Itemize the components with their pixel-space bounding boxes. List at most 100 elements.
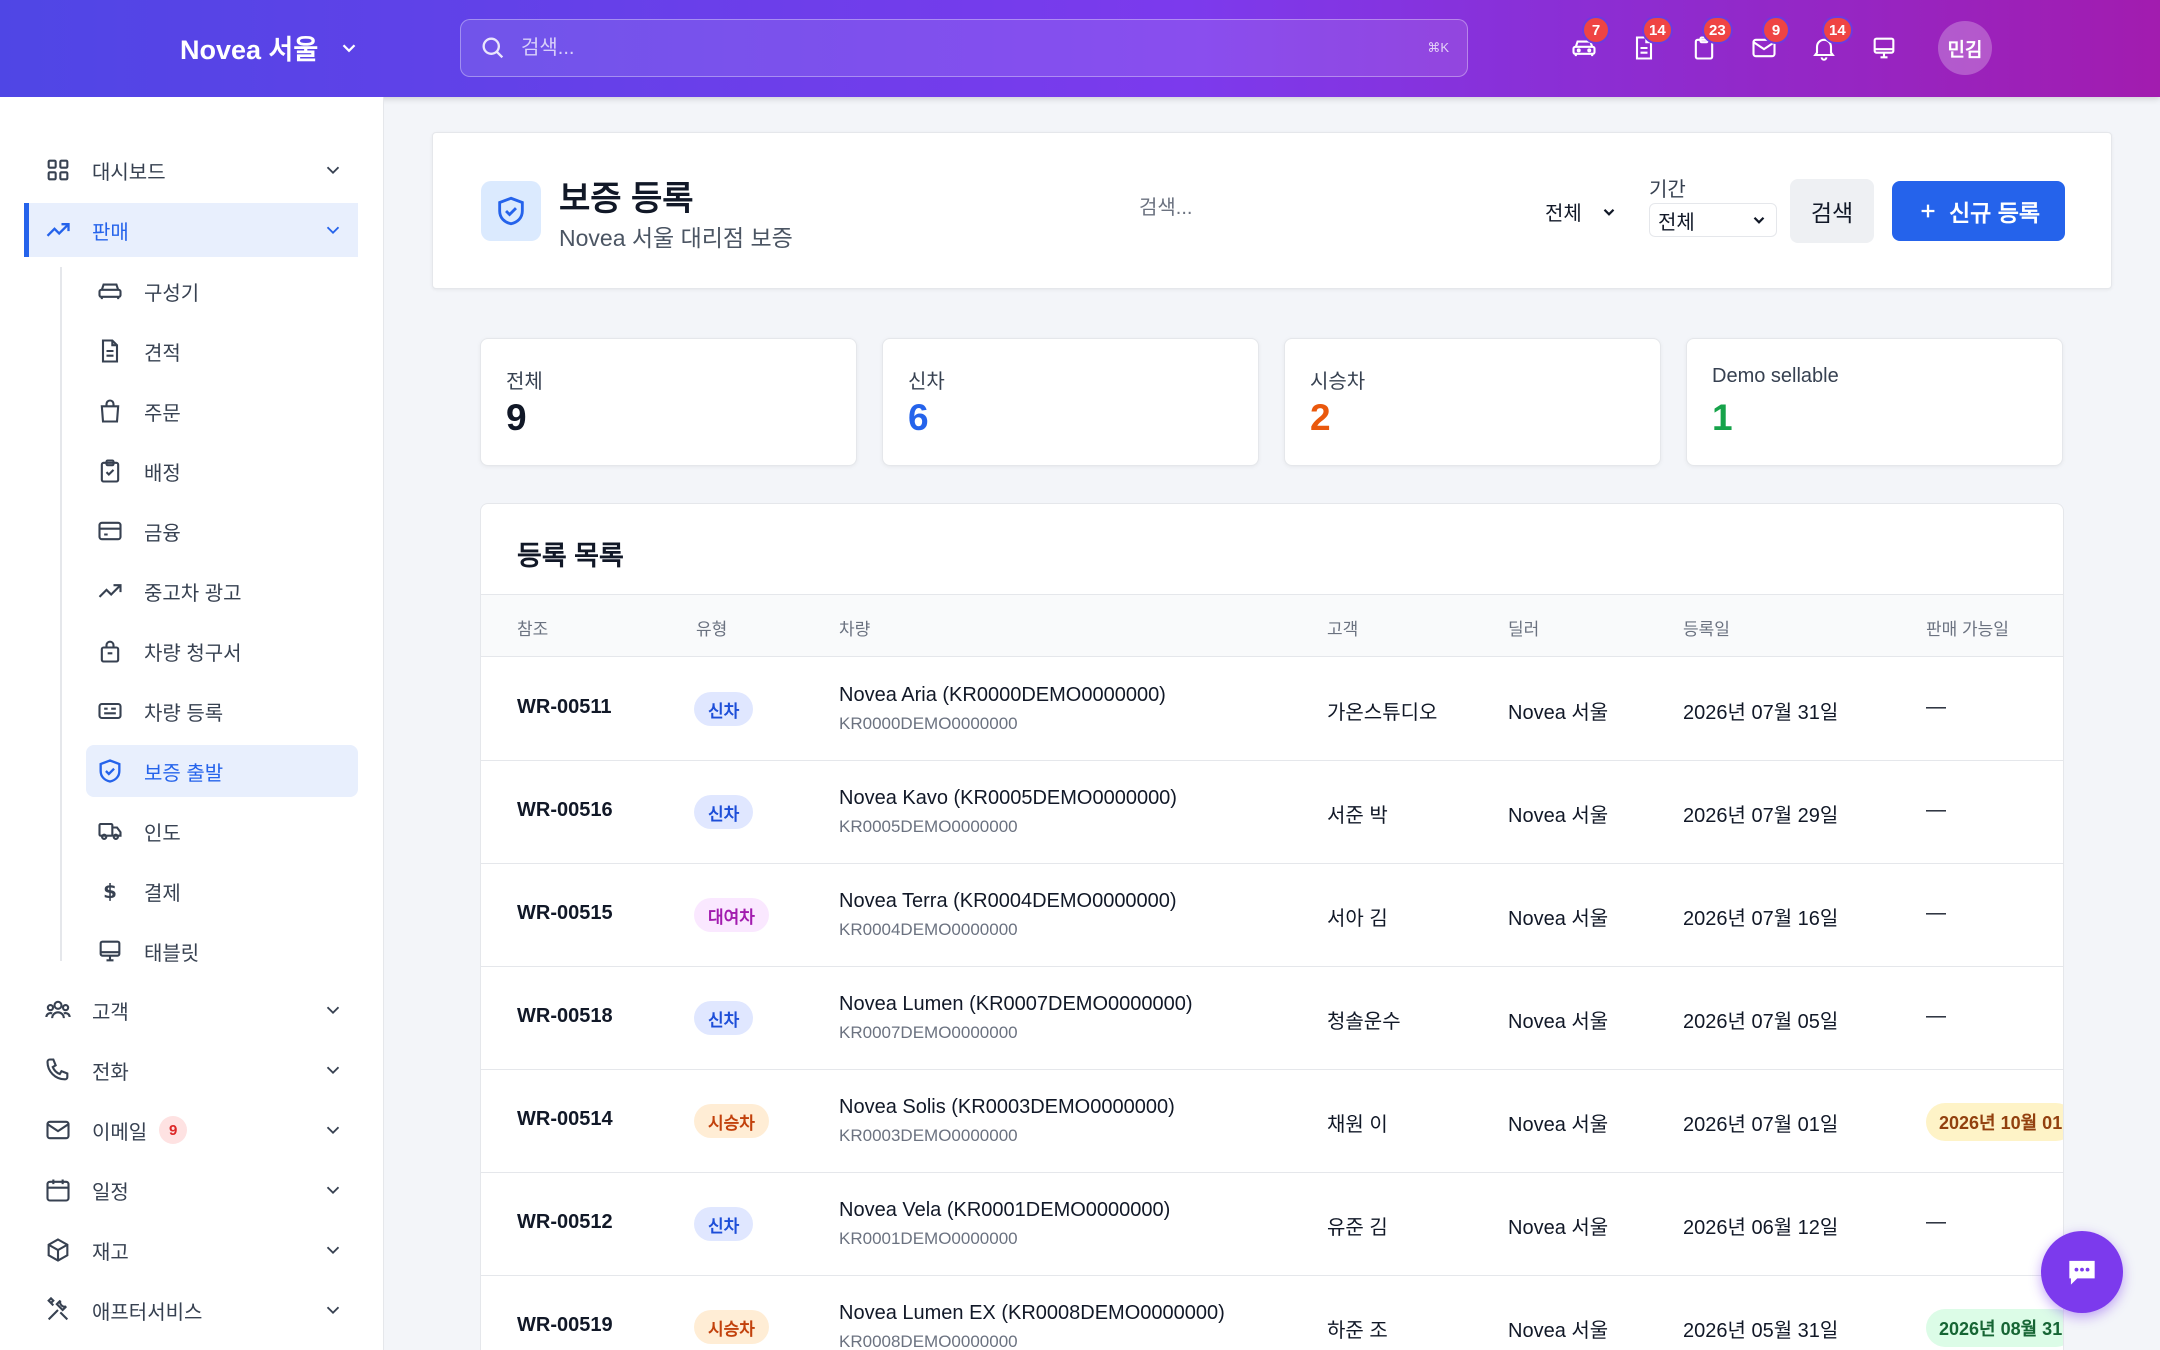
- sidebar-subitem-used-car-ads[interactable]: 중고차 광고: [86, 565, 358, 617]
- sidebar-item-phone[interactable]: 전화: [24, 1043, 358, 1097]
- stat-card-demo: 시승차 2: [1284, 338, 1661, 466]
- row-customer: 서아 김: [1327, 908, 1388, 930]
- table-row[interactable]: WR-00519 시승차 Novea Lumen EX (KR0008DEMO0…: [481, 1276, 2063, 1350]
- sidebar-subitem-label: 구성기: [144, 282, 200, 305]
- sidebar-item-label: 재고: [92, 1241, 129, 1264]
- sidebar: 대시보드 판매 구성기 견적 주문 배정 금융 중고차 광고 차량 청구서 차량…: [0, 97, 384, 1350]
- type-badge: 시승차: [694, 1104, 769, 1138]
- row-date: 2026년 07월 16일: [1683, 908, 1839, 930]
- stat-card-demo-sellable: Demo sellable 1: [1686, 338, 2063, 466]
- sidebar-subitem-configurator[interactable]: 구성기: [86, 265, 358, 317]
- brand-name: Novea 서울: [180, 35, 319, 65]
- sidebar-subitem-vehicle-invoice[interactable]: 차량 청구서: [86, 625, 358, 677]
- page-title: 보증 등록: [559, 180, 694, 218]
- table-row[interactable]: WR-00512 신차 Novea Vela (KR0001DEMO000000…: [481, 1173, 2063, 1276]
- stat-value: 2: [1310, 397, 1331, 438]
- sidebar-item-inventory[interactable]: 재고: [24, 1223, 358, 1277]
- sidebar-subitem-warranty[interactable]: 보증 출발: [86, 745, 358, 797]
- column-header-date[interactable]: 등록일: [1683, 615, 1730, 640]
- row-ref[interactable]: WR-00514: [517, 1108, 613, 1131]
- sidebar-item-email[interactable]: 이메일 9: [24, 1103, 358, 1157]
- list-search-input[interactable]: [1139, 197, 1439, 220]
- row-vehicle: Novea Aria (KR0000DEMO0000000): [839, 684, 1166, 706]
- id-card-icon: [98, 702, 122, 720]
- table-row[interactable]: WR-00515 대여차 Novea Terra (KR0004DEMO0000…: [481, 864, 2063, 967]
- sidebar-item-label: 일정: [92, 1181, 129, 1204]
- row-ref[interactable]: WR-00511: [517, 696, 612, 719]
- sidebar-subitem-quotes[interactable]: 견적: [86, 325, 358, 377]
- row-available: —: [1926, 1211, 1946, 1233]
- row-vin: KR0000DEMO0000000: [839, 714, 1018, 733]
- table-row[interactable]: WR-00514 시승차 Novea Solis (KR0003DEMO0000…: [481, 1070, 2063, 1173]
- monitor-icon: [1873, 37, 1895, 59]
- mail-icon-button[interactable]: 9: [1750, 16, 1790, 66]
- sidebar-subitem-vehicle-registration[interactable]: 차량 등록: [86, 685, 358, 737]
- row-vehicle: Novea Vela (KR0001DEMO0000000): [839, 1199, 1171, 1221]
- brand-switcher[interactable]: Novea 서울: [180, 28, 360, 67]
- row-ref[interactable]: WR-00516: [517, 799, 613, 822]
- stat-label: 신차: [908, 371, 945, 393]
- table-row[interactable]: WR-00516 신차 Novea Kavo (KR0005DEMO000000…: [481, 761, 2063, 864]
- row-ref[interactable]: WR-00515: [517, 902, 613, 925]
- row-ref[interactable]: WR-00512: [517, 1211, 613, 1234]
- column-header-ref[interactable]: 참조: [517, 615, 548, 640]
- monitor-icon-button[interactable]: [1870, 30, 1898, 66]
- global-search-input[interactable]: [521, 36, 1428, 60]
- sidebar-item-label: 이메일: [92, 1121, 148, 1144]
- grid-icon: [47, 159, 69, 181]
- mail-icon: [46, 1120, 70, 1140]
- period-select[interactable]: 전체: [1649, 203, 1777, 237]
- search-button[interactable]: 검색: [1790, 179, 1874, 243]
- column-header-customer[interactable]: 고객: [1327, 615, 1358, 640]
- column-header-available[interactable]: 판매 가능일: [1926, 615, 2009, 640]
- row-vehicle: Novea Lumen EX (KR0008DEMO0000000): [839, 1302, 1225, 1324]
- sidebar-item-label: 고객: [92, 1001, 129, 1024]
- row-dealer: Novea 서울: [1508, 702, 1609, 724]
- row-vehicle: Novea Kavo (KR0005DEMO0000000): [839, 787, 1177, 809]
- shopping-bag-icon: [100, 399, 120, 423]
- sidebar-subitem-orders[interactable]: 주문: [86, 385, 358, 437]
- row-date: 2026년 07월 31일: [1683, 702, 1839, 724]
- table-row[interactable]: WR-00511 신차 Novea Aria (KR0000DEMO000000…: [481, 658, 2063, 761]
- sidebar-subitem-finance[interactable]: 금융: [86, 505, 358, 557]
- row-date: 2026년 05월 31일: [1683, 1320, 1839, 1342]
- sidebar-item-sales[interactable]: 판매: [24, 203, 358, 257]
- new-registration-button[interactable]: 신규 등록: [1892, 181, 2065, 241]
- row-date: 2026년 06월 12일: [1683, 1217, 1839, 1239]
- document-icon-button[interactable]: 14: [1630, 16, 1673, 66]
- sidebar-subitem-payment[interactable]: $ 결제: [86, 865, 358, 917]
- new-registration-label: 신규 등록: [1948, 200, 2041, 226]
- type-badge: 대여차: [694, 898, 769, 932]
- sidebar-item-customers[interactable]: 고객: [24, 983, 358, 1037]
- row-ref[interactable]: WR-00518: [517, 1005, 613, 1028]
- sidebar-item-dashboard[interactable]: 대시보드: [24, 143, 358, 197]
- chevron-down-icon: [1753, 216, 1765, 224]
- sidebar-subitem-label: 차량 등록: [144, 702, 224, 725]
- column-header-dealer[interactable]: 딜러: [1508, 615, 1539, 640]
- column-header-type[interactable]: 유형: [696, 615, 727, 640]
- sidebar-item-after-service[interactable]: 애프터서비스: [24, 1283, 358, 1337]
- column-header-vehicle[interactable]: 차량: [839, 615, 870, 640]
- calendar-icon: [46, 1179, 70, 1202]
- car-icon-button[interactable]: 7: [1570, 16, 1610, 66]
- row-date: 2026년 07월 29일: [1683, 805, 1839, 827]
- row-available: —: [1926, 799, 1946, 821]
- shield-check-icon: [498, 196, 524, 226]
- row-vin: KR0001DEMO0000000: [839, 1229, 1018, 1248]
- available-date-badge: 2026년 08월 31: [1926, 1309, 2063, 1347]
- sidebar-subitem-tablet[interactable]: 태블릿: [86, 925, 358, 977]
- table-row[interactable]: WR-00518 신차 Novea Lumen (KR0007DEMO00000…: [481, 967, 2063, 1070]
- sidebar-subitem-delivery[interactable]: 인도: [86, 805, 358, 857]
- submenu-guide-line: [60, 267, 62, 961]
- notification-badge: 7: [1582, 16, 1610, 44]
- user-avatar[interactable]: 민김: [1938, 21, 1992, 75]
- row-ref[interactable]: WR-00519: [517, 1314, 613, 1337]
- notification-badge: 9: [1762, 16, 1790, 44]
- sidebar-item-schedule[interactable]: 일정: [24, 1163, 358, 1217]
- sidebar-subitem-allocation[interactable]: 배정: [86, 445, 358, 497]
- sidebar-subitem-label: 견적: [144, 342, 181, 365]
- chat-button[interactable]: [2041, 1231, 2123, 1313]
- type-filter-select[interactable]: 전체: [1545, 197, 1618, 226]
- clipboard-icon-button[interactable]: 23: [1690, 16, 1733, 66]
- bell-icon-button[interactable]: 14: [1810, 16, 1853, 66]
